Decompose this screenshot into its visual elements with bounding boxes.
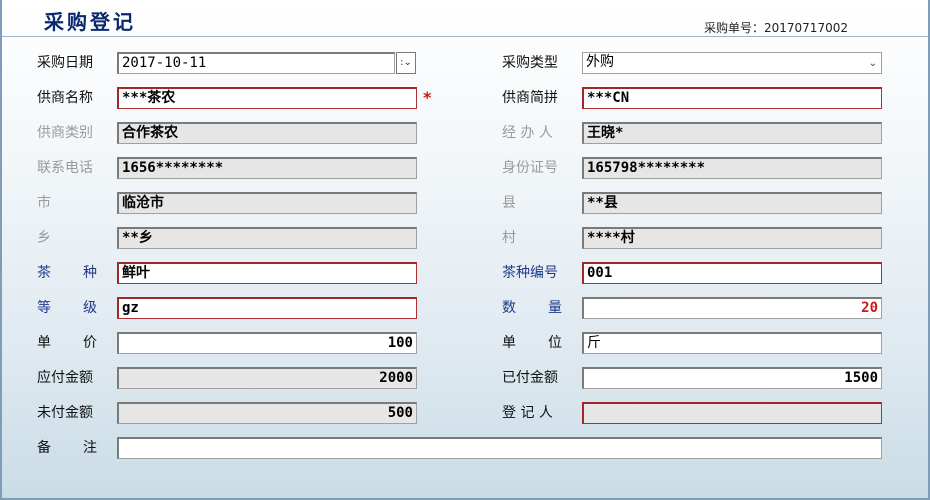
paid-input[interactable]: 1500 [582, 367, 882, 389]
tea-type-label: 茶种 [37, 265, 129, 281]
phone-field: 1656******** [117, 157, 417, 179]
quantity-input[interactable]: 20 [582, 297, 882, 319]
city-label: 市 [37, 195, 51, 211]
title-divider [2, 36, 928, 37]
remark-label: 备注 [37, 440, 129, 456]
township-field: **乡 [117, 227, 417, 249]
city-field: 临沧市 [117, 192, 417, 214]
page-title: 采购登记 [44, 10, 136, 34]
remark-input[interactable] [117, 437, 882, 459]
purchase-date-label: 采购日期 [37, 55, 93, 71]
required-star: * [423, 88, 432, 107]
purchase-type-select[interactable]: 外购 ⌄ [582, 52, 882, 74]
handler-field: 王晓* [582, 122, 882, 144]
handler-label: 经 办 人 [502, 125, 553, 141]
township-label: 乡 [37, 230, 51, 246]
unpaid-field: 500 [117, 402, 417, 424]
purchase-type-label: 采购类型 [502, 55, 558, 71]
unpaid-label: 未付金额 [37, 405, 93, 421]
window-frame-left [0, 0, 2, 500]
date-spin-icon[interactable]: :⌄ [396, 52, 416, 74]
unit-price-label: 单价 [37, 335, 129, 351]
chevron-down-icon[interactable]: ⌄ [869, 54, 877, 73]
registrar-field [582, 402, 882, 424]
supplier-type-field: 合作茶农 [117, 122, 417, 144]
village-label: 村 [502, 230, 516, 246]
tea-code-input[interactable]: 001 [582, 262, 882, 284]
grade-input[interactable]: gz [117, 297, 417, 319]
id-number-field: 165798******** [582, 157, 882, 179]
village-field: ****村 [582, 227, 882, 249]
id-number-label: 身份证号 [502, 160, 558, 176]
unit-label: 单位 [502, 335, 594, 351]
registrar-label: 登 记 人 [502, 405, 553, 421]
supplier-abbr-input[interactable]: ***CN [582, 87, 882, 109]
tea-code-label: 茶种编号 [502, 265, 558, 281]
supplier-type-label: 供商类别 [37, 125, 93, 141]
supplier-abbr-label: 供商简拼 [502, 90, 558, 106]
payable-field: 2000 [117, 367, 417, 389]
quantity-label: 数量 [502, 300, 594, 316]
tea-type-input[interactable]: 鲜叶 [117, 262, 417, 284]
phone-label: 联系电话 [37, 160, 93, 176]
county-field: **县 [582, 192, 882, 214]
unit-input[interactable]: 斤 [582, 332, 882, 354]
paid-label: 已付金额 [502, 370, 558, 386]
supplier-name-label: 供商名称 [37, 90, 93, 106]
county-label: 县 [502, 195, 516, 211]
grade-label: 等级 [37, 300, 129, 316]
purchase-date-input[interactable]: 2017-10-11 [117, 52, 395, 74]
payable-label: 应付金额 [37, 370, 93, 386]
unit-price-input[interactable]: 100 [117, 332, 417, 354]
supplier-name-input[interactable]: ***茶农 [117, 87, 417, 109]
order-number: 采购单号：20170717002 [704, 21, 848, 35]
purchase-type-value: 外购 [586, 54, 614, 70]
